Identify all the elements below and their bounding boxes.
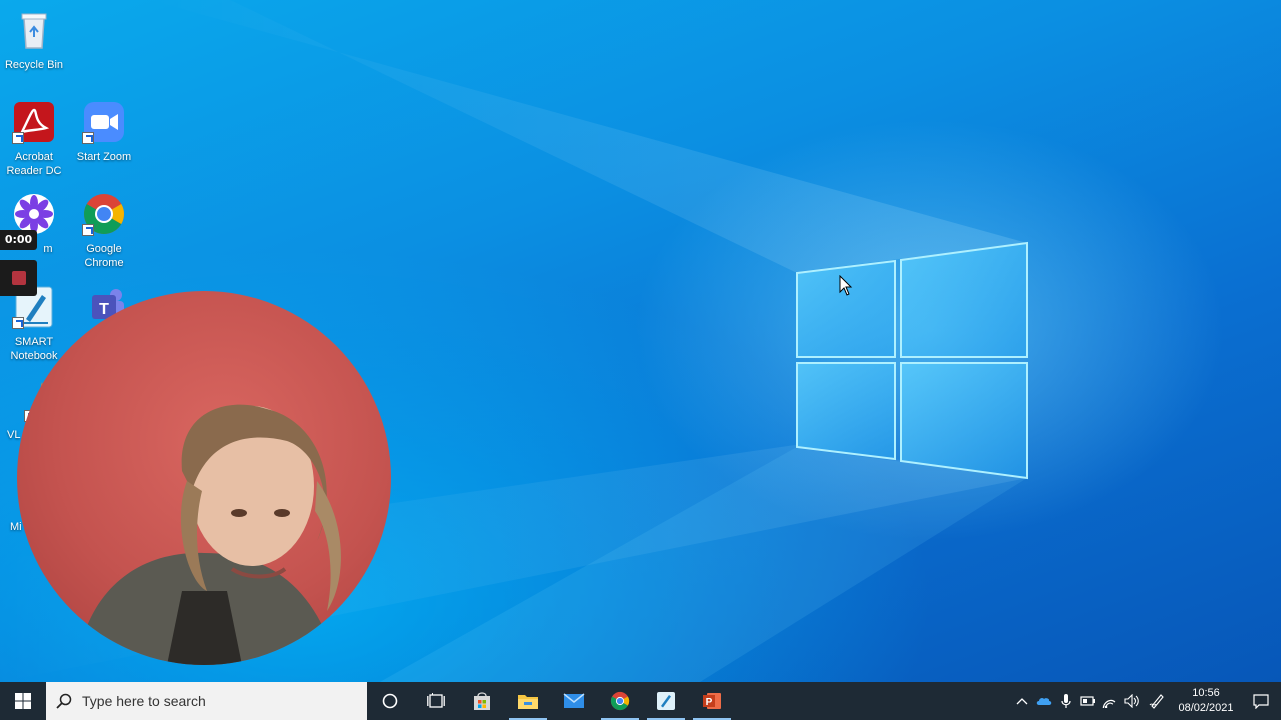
desktop-icon-acrobat-reader[interactable]: Acrobat Reader DC bbox=[0, 100, 68, 178]
search-placeholder: Type here to search bbox=[82, 693, 206, 709]
zoom-icon bbox=[82, 100, 126, 144]
taskbar-chrome[interactable] bbox=[597, 682, 643, 720]
powerpoint-icon: P bbox=[703, 693, 721, 709]
webcam-overlay[interactable] bbox=[17, 291, 391, 665]
speaker-icon bbox=[1124, 694, 1139, 708]
desktop-wallpaper: Recycle Bin Acrobat Reader DC Start Zoom bbox=[0, 0, 1281, 682]
microphone-tray[interactable] bbox=[1055, 682, 1077, 720]
battery-tray[interactable] bbox=[1077, 682, 1099, 720]
start-button[interactable] bbox=[0, 682, 46, 720]
taskbar-powerpoint[interactable]: P bbox=[689, 682, 735, 720]
desktop-icon-smart-notebook[interactable]: SMART Notebook bbox=[0, 285, 68, 363]
shortcut-arrow-icon bbox=[12, 132, 24, 144]
wifi-tray[interactable] bbox=[1099, 682, 1121, 720]
notification-icon bbox=[1253, 694, 1269, 709]
desktop-icon-start-zoom[interactable]: Start Zoom bbox=[70, 100, 138, 164]
desktop-icon-google-chrome[interactable]: Google Chrome bbox=[70, 192, 138, 270]
chevron-up-icon bbox=[1016, 698, 1028, 705]
battery-icon bbox=[1080, 696, 1095, 706]
folder-icon bbox=[518, 695, 538, 709]
store-bag-icon bbox=[474, 692, 490, 710]
chrome-icon bbox=[82, 192, 126, 236]
cortana-button[interactable] bbox=[367, 682, 413, 720]
desktop-icon-recycle-bin[interactable]: Recycle Bin bbox=[0, 8, 68, 72]
shortcut-arrow-icon bbox=[12, 317, 24, 329]
taskbar-search-box[interactable]: Type here to search bbox=[46, 682, 367, 720]
onedrive-cloud-icon bbox=[1036, 697, 1052, 705]
search-icon bbox=[56, 693, 72, 709]
action-center-button[interactable] bbox=[1241, 682, 1281, 720]
onedrive-tray[interactable] bbox=[1033, 682, 1055, 720]
system-tray: 10:56 08/02/2021 bbox=[1011, 682, 1281, 720]
svg-text:P: P bbox=[706, 697, 713, 708]
acrobat-reader-icon bbox=[12, 100, 56, 144]
task-view-icon bbox=[427, 693, 445, 708]
pen-icon bbox=[1149, 694, 1164, 709]
desktop-icon-label: Recycle Bin bbox=[4, 59, 64, 71]
chrome-icon bbox=[610, 691, 630, 711]
shortcut-arrow-icon bbox=[82, 132, 94, 144]
desktop-icon-label: Start Zoom bbox=[76, 151, 132, 163]
stop-recording-button[interactable] bbox=[0, 260, 37, 296]
taskbar-smart-notebook[interactable] bbox=[643, 682, 689, 720]
pen-workspace-tray[interactable] bbox=[1143, 682, 1171, 720]
mail-envelope-icon bbox=[563, 693, 585, 708]
taskbar-file-explorer[interactable] bbox=[505, 682, 551, 720]
taskbar-mail[interactable] bbox=[551, 682, 597, 720]
stop-icon bbox=[12, 271, 26, 285]
shortcut-arrow-icon bbox=[82, 224, 94, 236]
volume-tray[interactable] bbox=[1121, 682, 1143, 720]
show-hidden-icons-button[interactable] bbox=[1011, 682, 1033, 720]
taskbar: Type here to search P 10:56 08/02/2021 bbox=[0, 682, 1281, 720]
recycle-bin-icon bbox=[12, 8, 56, 52]
desktop-icon-label: Acrobat Reader DC bbox=[6, 151, 62, 177]
windows-start-icon bbox=[15, 693, 31, 709]
desktop-icon-label: SMART Notebook bbox=[10, 336, 58, 362]
person-icon bbox=[77, 404, 341, 665]
desktop-icon-label: Google Chrome bbox=[84, 243, 124, 269]
smart-notebook-icon bbox=[657, 692, 675, 710]
wifi-icon bbox=[1102, 699, 1116, 708]
recording-timer: 0:00 bbox=[0, 230, 37, 250]
task-view-button[interactable] bbox=[413, 682, 459, 720]
taskbar-clock[interactable]: 10:56 08/02/2021 bbox=[1171, 686, 1241, 716]
clock-time: 10:56 bbox=[1192, 687, 1220, 699]
clock-date: 08/02/2021 bbox=[1178, 702, 1234, 714]
microphone-icon bbox=[1061, 694, 1071, 708]
cortana-circle-icon bbox=[382, 693, 398, 709]
taskbar-microsoft-store[interactable] bbox=[459, 682, 505, 720]
svg-text:T: T bbox=[99, 301, 109, 318]
mouse-cursor-icon bbox=[839, 275, 853, 296]
